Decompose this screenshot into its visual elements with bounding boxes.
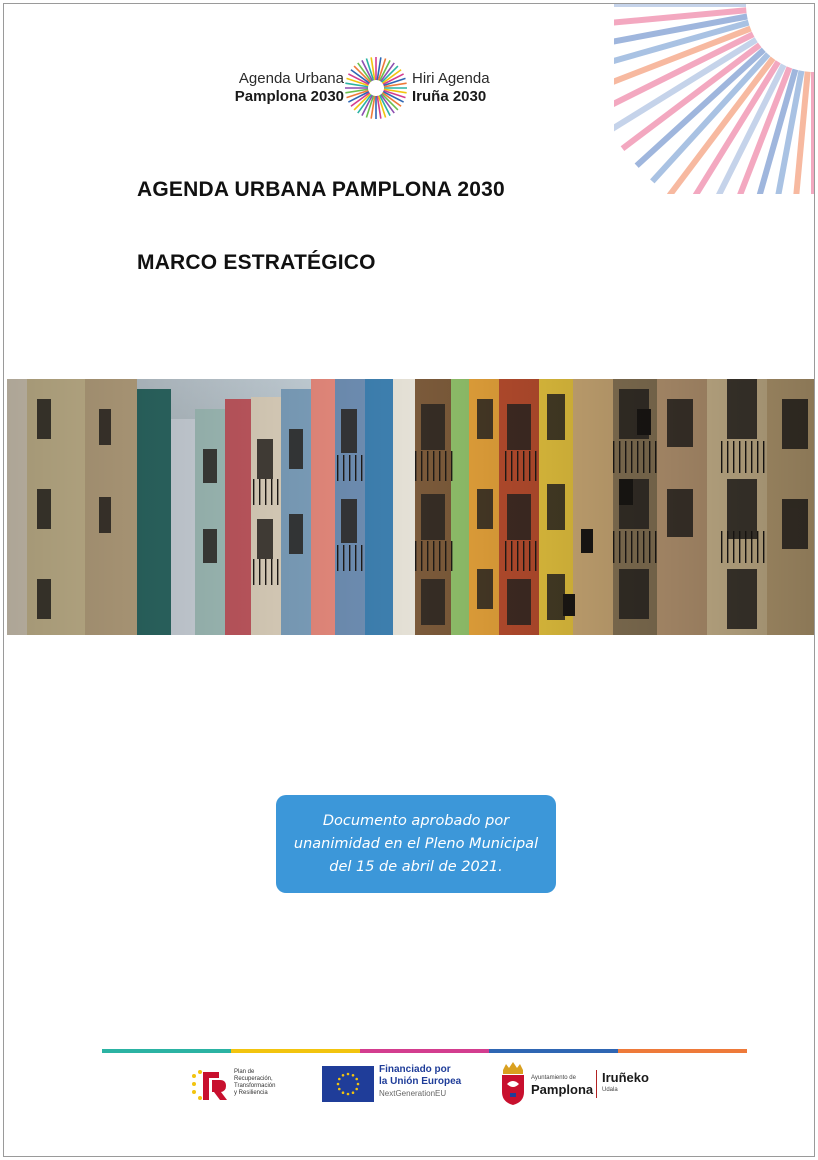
ayuntamiento-label: Ayuntamiento de Pamplona [531, 1072, 593, 1096]
logo-left-line1: Agenda Urbana [238, 70, 344, 87]
approval-note-text: Documento aprobado por unanimidad en el … [293, 812, 539, 875]
burst-ray [620, 42, 762, 152]
document-page: Agenda Urbana Pamplona 2030 Hiri Agenda … [3, 3, 815, 1157]
iruneko-small-text: Udala [602, 1087, 618, 1093]
rule-segment [102, 1049, 231, 1053]
eu-line-3: NextGenerationEU [379, 1089, 447, 1098]
document-subtitle: MARCO ESTRATÉGICO [137, 251, 376, 274]
prtr-logo-icon [192, 1070, 227, 1100]
rule-segment [360, 1049, 489, 1053]
pamplona-facades-photo [7, 379, 814, 635]
logo-right-line1: Hiri Agenda [412, 70, 490, 87]
eu-line-2: la Unión Europea [379, 1076, 462, 1087]
sunburst-decoration [614, 4, 814, 194]
logo-left-line2: Pamplona 2030 [234, 88, 344, 105]
eu-flag-icon [322, 1066, 374, 1102]
approval-note-box: Documento aprobado por unanimidad en el … [276, 795, 556, 893]
agenda-urbana-logo: Agenda Urbana Pamplona 2030 Hiri Agenda … [204, 56, 534, 122]
iruneko-city-name: Iruñeko [602, 1070, 649, 1085]
pamplona-coat-of-arms-icon [502, 1062, 524, 1105]
rule-segment [618, 1049, 747, 1053]
logo-text-spanish: Agenda Urbana Pamplona 2030 [204, 70, 344, 106]
prtr-line: Transformación [234, 1083, 276, 1089]
funding-logos: Plan de Recuperación, Transformación y R… [184, 1060, 684, 1110]
rule-segment [489, 1049, 618, 1053]
prtr-line: Plan de [234, 1069, 255, 1075]
document-title: AGENDA URBANA PAMPLONA 2030 [137, 178, 505, 201]
eu-line-1: Financiado por [379, 1064, 451, 1075]
prtr-line: y Resiliencia [234, 1090, 268, 1096]
logo-divider [596, 1070, 597, 1098]
prtr-line: Recuperación, [234, 1076, 273, 1082]
logo-burst-icon [345, 57, 407, 119]
iruneko-label: Iruñeko Udala [602, 1070, 649, 1096]
eu-funding-label: Financiado por la Unión Europea NextGene… [379, 1064, 461, 1100]
burst-ray [666, 56, 776, 194]
ayto-city-name: Pamplona [531, 1082, 594, 1097]
logo-text-basque: Hiri Agenda Iruña 2030 [412, 70, 552, 106]
logo-right-line2: Iruña 2030 [412, 88, 487, 105]
prtr-label: Plan de Recuperación, Transformación y R… [234, 1069, 304, 1097]
rule-segment [231, 1049, 360, 1053]
footer-color-rule [102, 1049, 747, 1053]
